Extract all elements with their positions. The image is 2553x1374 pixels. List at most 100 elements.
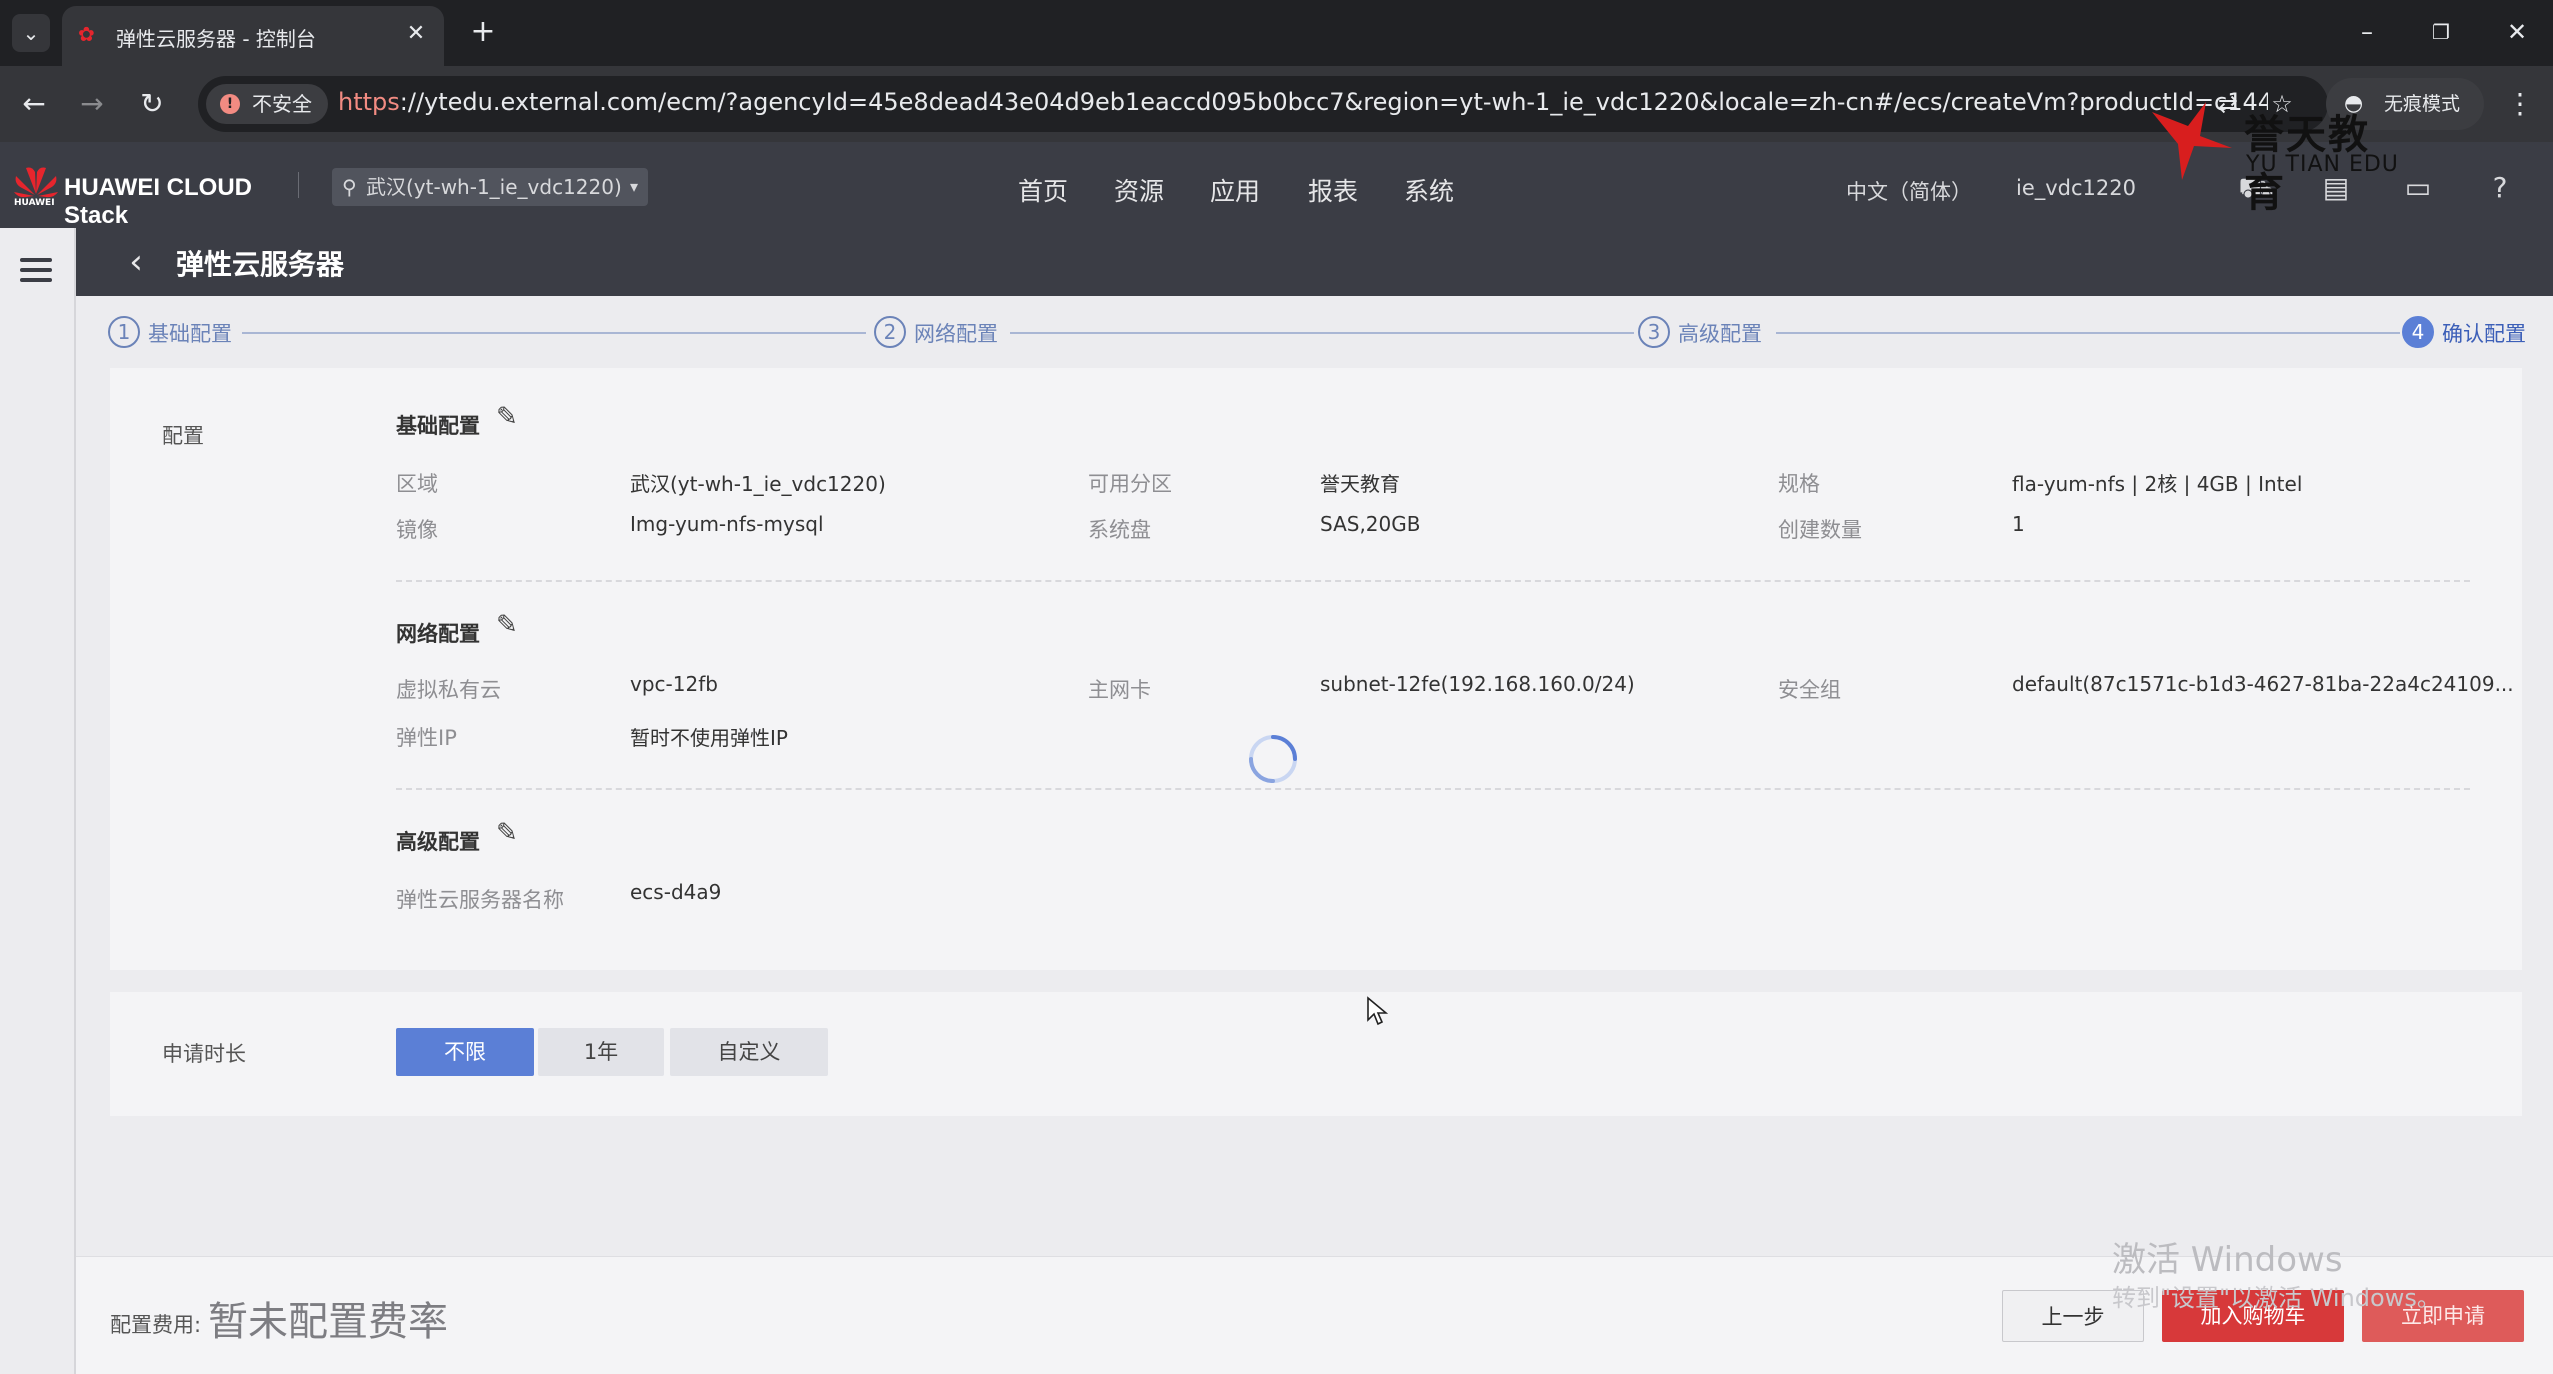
section-title-network: 网络配置 bbox=[396, 622, 480, 646]
brand[interactable]: HUAWEI HUAWEI CLOUD Stack bbox=[12, 162, 292, 229]
field-value-eip: 暂时不使用弹性IP bbox=[630, 726, 788, 750]
back-nav-icon[interactable]: ← bbox=[14, 84, 54, 124]
mouse-cursor-icon bbox=[1367, 996, 1388, 1026]
wizard-steps: 1 基础配置 2 网络配置 3 高级配置 4 确认配置 bbox=[108, 312, 2528, 352]
step-number: 4 bbox=[2402, 316, 2434, 348]
loading-spinner-icon bbox=[1249, 735, 1297, 783]
field-value-ecs-name: ecs-d4a9 bbox=[630, 880, 722, 904]
browser-menu-icon[interactable]: ⋮ bbox=[2500, 84, 2540, 124]
tab-title: 弹性云服务器 - 控制台 bbox=[116, 27, 316, 51]
address-bar[interactable]: ! 不安全 https://ytedu.external.com/ecm/?ag… bbox=[198, 76, 2328, 132]
field-value-sg: default(87c1571c-b1d3-4627-81ba-22a4c241… bbox=[2012, 672, 2514, 696]
tab-search-icon[interactable]: ⌄ bbox=[12, 14, 50, 52]
nav-item-home[interactable]: 首页 bbox=[1018, 172, 1068, 208]
brand-sub: HUAWEI bbox=[14, 198, 55, 208]
field-value-nic: subnet-12fe(192.168.160.0/24) bbox=[1320, 672, 1635, 696]
field-label-count: 创建数量 bbox=[1778, 518, 1862, 542]
security-indicator[interactable]: ! 不安全 bbox=[206, 84, 328, 124]
user-menu[interactable]: ie_vdc1220 bbox=[2016, 176, 2136, 200]
huawei-favicon-icon: ✿ bbox=[78, 22, 95, 46]
edit-network-icon[interactable]: ✎ bbox=[496, 610, 518, 640]
url-text[interactable]: https://ytedu.external.com/ecm/?agencyId… bbox=[338, 88, 2268, 116]
page-title: 弹性云服务器 bbox=[176, 248, 345, 281]
field-label-nic: 主网卡 bbox=[1088, 678, 1151, 702]
back-arrow-icon[interactable]: ‹ bbox=[116, 242, 156, 282]
duration-option-custom[interactable]: 自定义 bbox=[670, 1028, 828, 1076]
page-titlebar: ‹ 弹性云服务器 bbox=[76, 228, 2553, 296]
field-label-ecs-name: 弹性云服务器名称 bbox=[396, 888, 564, 912]
region-value: 武汉(yt-wh-1_ie_vdc1220) bbox=[366, 175, 622, 199]
forward-nav-icon[interactable]: → bbox=[72, 84, 112, 124]
section-divider bbox=[396, 580, 2470, 582]
step-connector bbox=[1010, 332, 1634, 334]
nav-item-reports[interactable]: 报表 bbox=[1308, 172, 1358, 208]
close-window-icon[interactable]: ✕ bbox=[2492, 10, 2542, 54]
language-select[interactable]: 中文（简体） bbox=[1846, 176, 1972, 206]
field-value-vpc: vpc-12fb bbox=[630, 672, 718, 696]
field-label-image: 镜像 bbox=[396, 518, 438, 542]
minimize-window-icon[interactable]: – bbox=[2342, 10, 2392, 54]
field-label-disk: 系统盘 bbox=[1088, 518, 1151, 542]
field-value-az: 誉天教育 bbox=[1320, 472, 1400, 496]
field-label-region: 区域 bbox=[396, 472, 438, 496]
sidebar bbox=[0, 228, 76, 1374]
field-value-flavor: fla-yum-nfs | 2核 | 4GB | Intel bbox=[2012, 472, 2303, 496]
edit-basic-icon[interactable]: ✎ bbox=[496, 402, 518, 432]
step-label: 高级配置 bbox=[1678, 322, 1762, 346]
field-label-flavor: 规格 bbox=[1778, 472, 1820, 496]
close-tab-icon[interactable]: ✕ bbox=[400, 18, 432, 50]
field-value-region: 武汉(yt-wh-1_ie_vdc1220) bbox=[630, 472, 886, 496]
nav-item-apps[interactable]: 应用 bbox=[1210, 172, 1260, 208]
yutian-logo-icon bbox=[2152, 102, 2232, 180]
duration-label: 申请时长 bbox=[162, 1042, 246, 1066]
section-divider bbox=[396, 788, 2470, 790]
step-label: 网络配置 bbox=[914, 322, 998, 346]
url-scheme: https bbox=[338, 88, 400, 116]
chevron-down-icon: ▾ bbox=[629, 177, 638, 196]
reload-icon[interactable]: ↻ bbox=[132, 84, 172, 124]
field-label-az: 可用分区 bbox=[1088, 472, 1172, 496]
field-value-count: 1 bbox=[2012, 512, 2025, 536]
field-label-sg: 安全组 bbox=[1778, 678, 1841, 702]
nav-item-resources[interactable]: 资源 bbox=[1114, 172, 1164, 208]
field-label-eip: 弹性IP bbox=[396, 726, 457, 750]
browser-tab-strip: ⌄ ✿ 弹性云服务器 - 控制台 ✕ + – ❐ ✕ bbox=[0, 0, 2553, 66]
windows-activation-subtitle: 转到"设置"以激活 Windows。 bbox=[2112, 1284, 2441, 1312]
location-pin-icon: ⚲ bbox=[342, 175, 357, 199]
step-connector bbox=[242, 332, 866, 334]
not-secure-icon: ! bbox=[220, 94, 240, 114]
browser-tab[interactable]: ✿ 弹性云服务器 - 控制台 ✕ bbox=[62, 6, 444, 66]
duration-option-1year[interactable]: 1年 bbox=[538, 1028, 664, 1076]
step-number: 2 bbox=[874, 316, 906, 348]
yutian-watermark-logo: 誉天教育 YU TIAN EDU bbox=[2148, 96, 2408, 216]
section-title-advanced: 高级配置 bbox=[396, 830, 480, 854]
field-value-image: Img-yum-nfs-mysql bbox=[630, 512, 824, 536]
restore-window-icon[interactable]: ❐ bbox=[2416, 10, 2466, 54]
region-select[interactable]: ⚲ 武汉(yt-wh-1_ie_vdc1220) ▾ bbox=[332, 168, 648, 206]
step-number: 1 bbox=[108, 316, 140, 348]
step-label: 确认配置 bbox=[2442, 322, 2526, 346]
section-title-basic: 基础配置 bbox=[396, 414, 480, 438]
header-divider bbox=[298, 172, 299, 198]
watermark-en: YU TIAN EDU bbox=[2246, 152, 2399, 177]
config-summary-card: 配置 基础配置 ✎ 区域 武汉(yt-wh-1_ie_vdc1220) 可用分区… bbox=[110, 368, 2522, 970]
duration-card: 申请时长 不限 1年 自定义 bbox=[110, 992, 2522, 1116]
field-value-disk: SAS,20GB bbox=[1320, 512, 1421, 536]
new-tab-button[interactable]: + bbox=[464, 14, 502, 52]
duration-option-unlimited[interactable]: 不限 bbox=[396, 1028, 534, 1076]
url-rest: ://ytedu.external.com/ecm/?agencyId=45e8… bbox=[399, 88, 2268, 116]
edit-advanced-icon[interactable]: ✎ bbox=[496, 818, 518, 848]
step-label: 基础配置 bbox=[148, 322, 232, 346]
fee-label: 配置费用: bbox=[110, 1313, 202, 1337]
step-connector bbox=[1776, 332, 2400, 334]
brand-name: HUAWEI CLOUD Stack bbox=[64, 174, 252, 229]
fee-value: 暂未配置费率 bbox=[208, 1299, 448, 1345]
config-label: 配置 bbox=[162, 424, 204, 448]
windows-activation-title: 激活 Windows bbox=[2112, 1240, 2343, 1280]
step-number: 3 bbox=[1638, 316, 1670, 348]
help-icon[interactable]: ? bbox=[2480, 168, 2520, 208]
security-label: 不安全 bbox=[252, 92, 312, 116]
nav-item-system[interactable]: 系统 bbox=[1404, 172, 1454, 208]
field-label-vpc: 虚拟私有云 bbox=[396, 678, 501, 702]
hamburger-menu-icon[interactable] bbox=[16, 250, 56, 290]
